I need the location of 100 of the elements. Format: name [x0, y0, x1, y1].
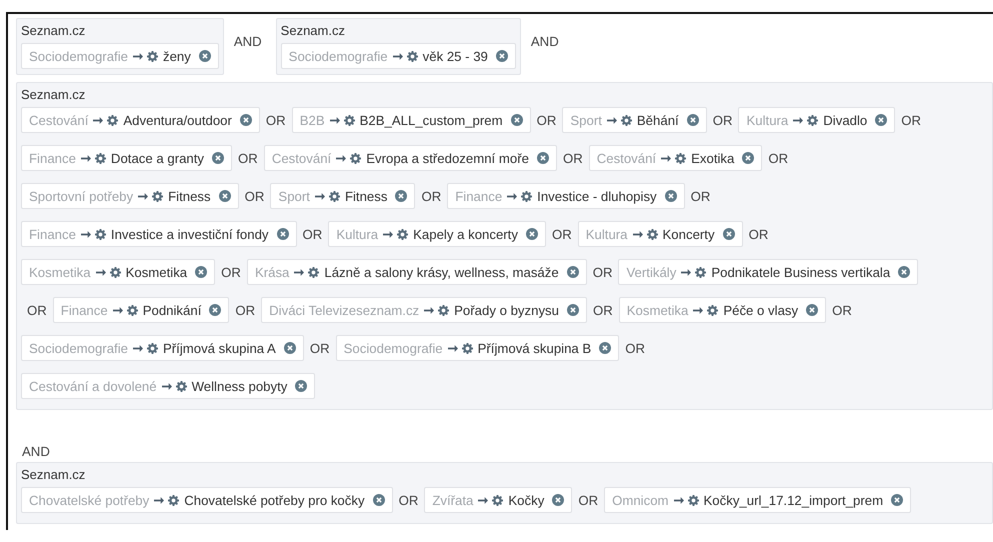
arrow-icon: [606, 116, 617, 124]
remove-icon[interactable]: [536, 152, 549, 164]
operator-label: OR: [577, 492, 600, 508]
arrow-icon: [392, 52, 403, 60]
arrow-icon: [383, 230, 394, 238]
arrow-icon: [674, 496, 684, 504]
category-label: Chovatelské potřeby: [29, 492, 150, 508]
remove-icon[interactable]: [566, 304, 579, 316]
category-label: Cestování: [272, 150, 332, 166]
remove-icon[interactable]: [806, 304, 818, 316]
category-label: Cestování a dovolené: [29, 378, 157, 394]
operator-label: AND: [530, 33, 560, 49]
remove-icon[interactable]: [875, 114, 888, 126]
remove-icon[interactable]: [742, 152, 754, 164]
remove-icon[interactable]: [209, 304, 222, 316]
arrow-icon: [96, 268, 106, 276]
remove-icon[interactable]: [496, 50, 508, 62]
category-label: Cestování: [596, 150, 656, 166]
gear-icon: [688, 494, 699, 506]
remove-icon[interactable]: [195, 266, 208, 278]
gear-icon: [168, 494, 180, 506]
segment-label: Kočky_url_17.12_import_prem: [704, 492, 884, 508]
gear-icon: [308, 266, 320, 278]
remove-icon[interactable]: [218, 190, 231, 202]
gear-icon: [406, 50, 418, 62]
operator-label: OR: [237, 150, 259, 166]
operator-label: OR: [244, 188, 266, 204]
gear-icon: [344, 114, 355, 126]
segment-label: Lázně a salony krásy, wellness, masáže: [324, 264, 559, 280]
segment-label: Fitness: [344, 188, 388, 204]
remove-icon[interactable]: [395, 190, 408, 202]
segment-label: Adventura/outdoor: [123, 112, 232, 128]
arrow-icon: [138, 192, 148, 200]
segment-label: Kosmetika: [126, 264, 188, 280]
operator-label: OR: [592, 264, 614, 280]
segment-label: Koncerty: [662, 226, 715, 242]
remove-icon[interactable]: [898, 266, 910, 278]
remove-icon[interactable]: [295, 380, 308, 392]
gear-icon: [675, 152, 686, 164]
category-label: Finance: [60, 302, 108, 318]
gear-icon: [807, 114, 818, 126]
category-label: Cestování: [29, 112, 88, 128]
operator-label: AND: [21, 444, 51, 459]
category-label: Kosmetika: [626, 302, 688, 318]
remove-icon[interactable]: [566, 266, 579, 278]
segment-label: Podnikatele Business vertikala: [711, 264, 890, 280]
gear-icon: [646, 228, 658, 240]
gear-icon: [350, 152, 362, 164]
remove-icon[interactable]: [891, 494, 904, 506]
category-label: Sociodemografie: [288, 48, 388, 64]
operator-label: AND: [232, 33, 263, 49]
arrow-icon: [294, 268, 304, 276]
gear-icon: [492, 494, 504, 506]
segment-label: věk 25 - 39: [422, 48, 488, 64]
arrow-icon: [93, 116, 104, 124]
operator-label: OR: [550, 226, 573, 242]
remove-icon[interactable]: [599, 342, 612, 354]
segment-label: B2B_ALL_custom_prem: [360, 112, 503, 128]
gear-icon: [94, 228, 106, 240]
arrow-icon: [507, 192, 518, 200]
segment-label: Příjmová skupina B: [478, 340, 592, 356]
category-label: Sociodemografie: [29, 340, 128, 356]
category-label: Kultura: [586, 226, 628, 242]
arrow-icon: [112, 306, 123, 314]
gear-icon: [462, 342, 473, 354]
operator-label: OR: [831, 302, 853, 318]
segment-label: Pořady o byznysu: [454, 302, 559, 318]
category-label: B2B: [300, 112, 325, 128]
gear-icon: [152, 190, 164, 202]
remove-icon[interactable]: [510, 114, 523, 126]
remove-icon[interactable]: [198, 50, 211, 62]
remove-icon[interactable]: [526, 228, 538, 240]
category-label: Finance: [29, 150, 76, 166]
category-label: Finance: [29, 226, 76, 242]
segment-label: Dotace a granty: [110, 150, 204, 166]
remove-icon[interactable]: [686, 114, 699, 126]
arrow-icon: [80, 154, 91, 162]
category-label: Kultura: [336, 226, 378, 242]
category-label: Krása: [254, 264, 290, 280]
remove-icon[interactable]: [240, 114, 252, 126]
remove-icon[interactable]: [212, 152, 224, 164]
operator-label: OR: [234, 302, 256, 318]
remove-icon[interactable]: [372, 494, 385, 506]
remove-icon[interactable]: [284, 342, 296, 354]
category-label: Sociodemografie: [29, 48, 128, 64]
arrow-icon: [336, 154, 346, 162]
operator-label: OR: [592, 302, 614, 318]
segment-label: Evropa a středozemní moře: [366, 150, 529, 166]
remove-icon[interactable]: [722, 228, 735, 240]
arrow-icon: [162, 382, 172, 390]
remove-icon[interactable]: [664, 190, 677, 202]
segment-label: Kapely a koncerty: [413, 226, 518, 242]
arrow-icon: [154, 496, 164, 504]
operator-label: OR: [712, 112, 734, 128]
operator-label: OR: [624, 340, 646, 356]
operator-label: OR: [308, 340, 331, 356]
remove-icon[interactable]: [276, 228, 289, 240]
gear-icon: [94, 152, 106, 164]
arrow-icon: [693, 306, 704, 314]
remove-icon[interactable]: [552, 494, 564, 506]
